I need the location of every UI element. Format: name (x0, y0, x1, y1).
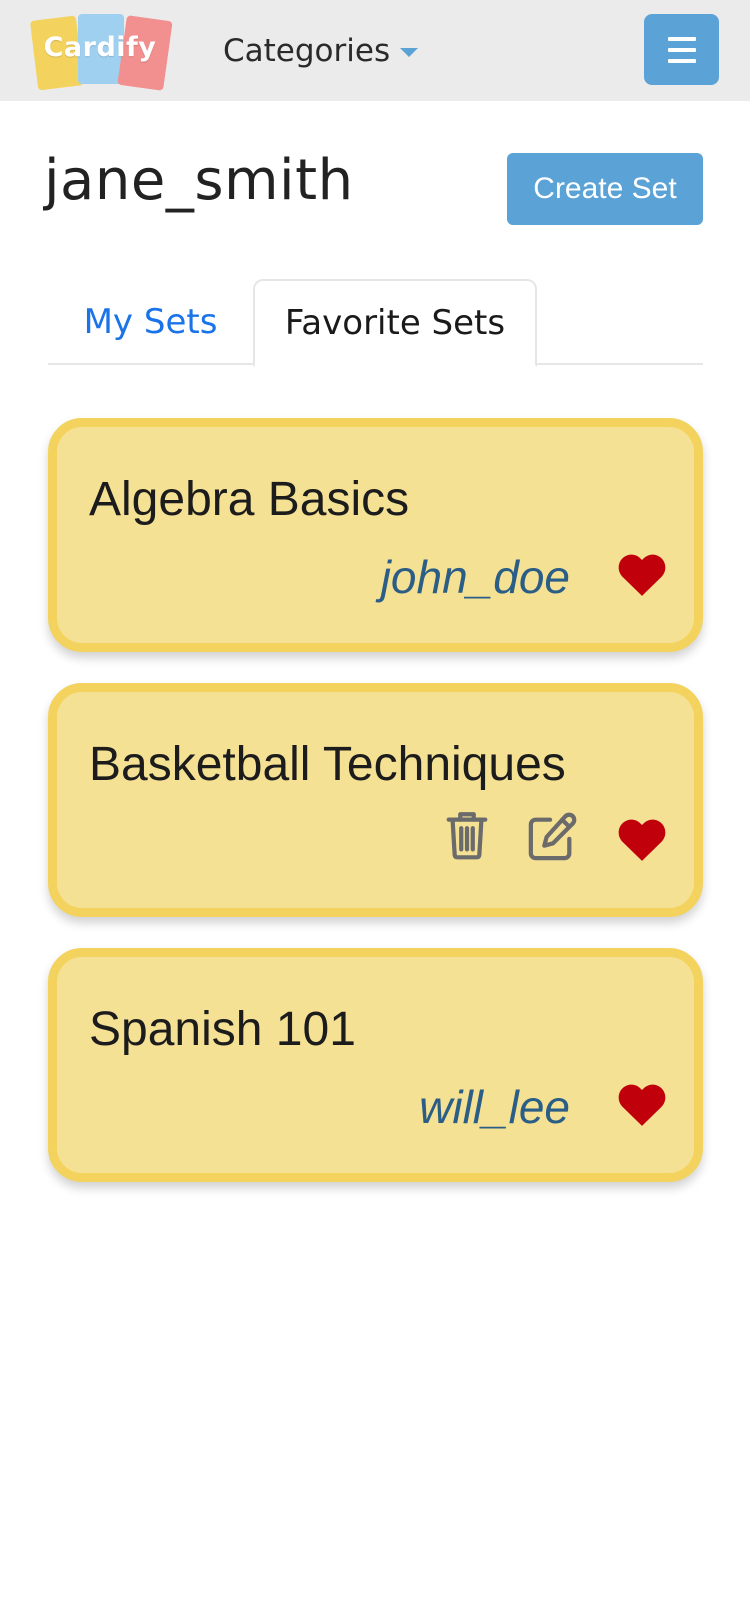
set-card-basketball-techniques[interactable]: Basketball Techniques (48, 683, 703, 917)
page-title-username: jane_smith (44, 148, 354, 213)
create-set-button[interactable]: Create Set (507, 153, 703, 225)
logo-text: Cardify (43, 32, 157, 63)
set-card-algebra-basics[interactable]: Algebra Basics john_doe (48, 418, 703, 652)
categories-label: Categories (223, 33, 391, 69)
cardify-logo[interactable]: Cardify (29, 12, 173, 92)
tab-favorite-sets[interactable]: Favorite Sets (253, 279, 537, 367)
set-tabs: My Sets Favorite Sets (48, 279, 703, 367)
set-author-link[interactable]: john_doe (381, 550, 570, 604)
set-title: Algebra Basics (89, 473, 410, 526)
caret-down-icon (400, 47, 419, 57)
heart-icon[interactable] (617, 551, 667, 597)
hamburger-icon (667, 36, 696, 41)
heart-icon[interactable] (617, 816, 667, 862)
edit-icon[interactable] (527, 812, 577, 862)
menu-button[interactable] (644, 14, 719, 85)
navbar: Cardify Categories (0, 0, 750, 101)
heart-icon[interactable] (617, 1081, 667, 1127)
set-author-link[interactable]: will_lee (419, 1080, 570, 1134)
set-card-spanish-101[interactable]: Spanish 101 will_lee (48, 948, 703, 1182)
tab-my-sets[interactable]: My Sets (48, 279, 253, 365)
set-title: Spanish 101 (89, 1003, 356, 1056)
trash-icon[interactable] (445, 810, 489, 860)
categories-dropdown[interactable]: Categories (223, 30, 419, 72)
set-title: Basketball Techniques (89, 738, 566, 791)
